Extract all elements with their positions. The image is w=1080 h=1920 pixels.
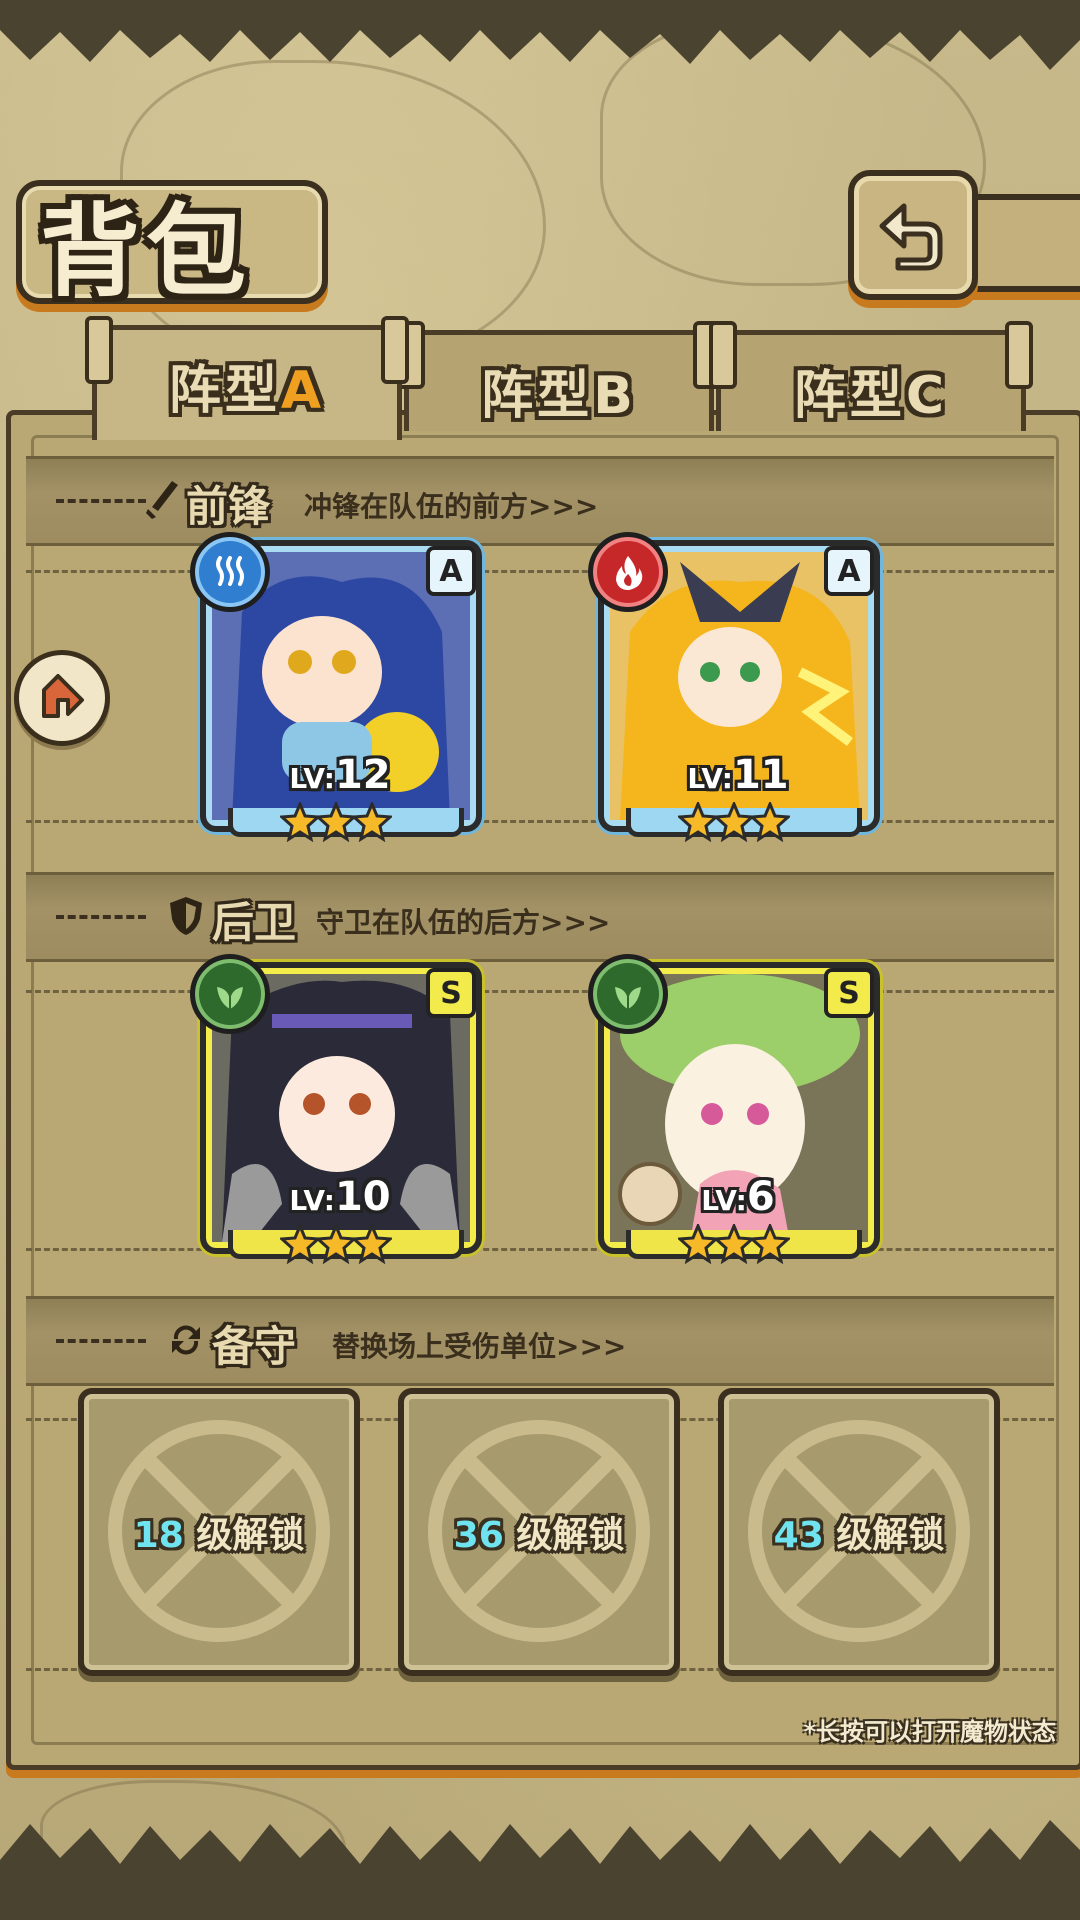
- tab-label: 阵型C: [793, 366, 949, 426]
- section-title: 后卫: [212, 898, 297, 947]
- section-subtitle: 冲锋在队伍的前方>>>: [304, 490, 599, 523]
- section-subtitle: 替换场上受伤单位>>>: [332, 1330, 627, 1363]
- back-button-bar: [960, 194, 1080, 292]
- star-icon: [280, 802, 320, 842]
- sword-icon: [146, 481, 178, 519]
- unlock-requirement: 43 级解锁: [773, 1515, 945, 1556]
- jagged-bottom-border: [0, 1820, 1080, 1920]
- unlock-requirement: 36 级解锁: [453, 1515, 625, 1556]
- tab-label: 阵型A: [168, 361, 326, 421]
- section-title: 备守: [212, 1322, 297, 1371]
- page-title: 背包: [40, 193, 252, 310]
- jagged-top-border: [0, 0, 1080, 70]
- star-icon: [352, 802, 392, 842]
- unit-level: LV:11: [687, 752, 789, 798]
- leaf-element-badge: [190, 954, 270, 1034]
- tab-label: 阵型B: [481, 366, 637, 426]
- switch-arrow-button[interactable]: [14, 650, 110, 746]
- star-rating: [280, 1224, 392, 1264]
- star-icon: [280, 1224, 320, 1264]
- section-subtitle: 守卫在队伍的后方>>>: [316, 906, 611, 939]
- leaf-icon: [615, 987, 641, 1009]
- water-element-badge: [190, 532, 270, 612]
- unit-level: LV:12: [289, 752, 391, 798]
- star-icon: [750, 802, 790, 842]
- unit-card[interactable]: A LV:12: [190, 532, 482, 842]
- divider: [56, 499, 146, 503]
- star-icon: [750, 1224, 790, 1264]
- unlock-requirement: 18 级解锁: [133, 1515, 305, 1556]
- unit-card[interactable]: S LV:6: [588, 954, 880, 1264]
- star-icon: [316, 802, 356, 842]
- section-header-back: 后卫 守卫在队伍的后方>>>: [26, 872, 1054, 962]
- reserve-slot-locked[interactable]: 18 级解锁: [78, 1388, 360, 1676]
- star-icon: [678, 1224, 718, 1264]
- divider: [26, 990, 1054, 993]
- divider: [26, 820, 1054, 823]
- divider: [56, 1339, 146, 1343]
- fire-element-badge: [588, 532, 668, 612]
- rank-badge: A: [824, 546, 874, 596]
- shield-icon: [170, 897, 202, 935]
- divider: [56, 915, 146, 919]
- star-icon: [714, 802, 754, 842]
- unit-level: LV:10: [289, 1174, 391, 1220]
- rank-badge: S: [824, 968, 874, 1018]
- tab-formation-c[interactable]: 阵型C: [709, 321, 1033, 431]
- tab-formation-a[interactable]: 阵型A: [85, 316, 409, 440]
- star-icon: [352, 1224, 392, 1264]
- star-rating: [678, 1224, 790, 1264]
- unit-level: LV:6: [701, 1174, 775, 1220]
- unit-card[interactable]: S LV:10: [190, 954, 482, 1264]
- star-icon: [714, 1224, 754, 1264]
- reserve-slot-locked[interactable]: 36 级解锁: [398, 1388, 680, 1676]
- section-header-front: 前锋 冲锋在队伍的前方>>>: [26, 456, 1054, 546]
- return-arrow-icon: [879, 203, 943, 271]
- fire-icon: [616, 556, 643, 590]
- reserve-slot-locked[interactable]: 43 级解锁: [718, 1388, 1000, 1676]
- star-icon: [678, 802, 718, 842]
- divider: [26, 1248, 1054, 1251]
- star-rating: [678, 802, 790, 842]
- arrow-right-icon: [42, 674, 84, 718]
- divider: [26, 570, 1054, 573]
- game-screen: 背包 阵型A 阵型B 阵型C 前锋 冲锋在队伍的前方>>> 后卫 守卫在队伍的后…: [0, 0, 1080, 1920]
- back-button[interactable]: [848, 170, 978, 300]
- rank-badge: S: [426, 968, 476, 1018]
- long-press-hint: *长按可以打开魔物状态: [803, 1718, 1056, 1746]
- star-rating: [280, 802, 392, 842]
- section-title: 前锋: [186, 482, 271, 531]
- leaf-element-badge: [588, 954, 668, 1034]
- leaf-icon: [217, 987, 243, 1009]
- section-header-reserve: 备守 替换场上受伤单位>>>: [26, 1296, 1054, 1386]
- unit-card[interactable]: A LV:11: [588, 532, 880, 842]
- refresh-icon: [172, 1325, 200, 1355]
- tab-formation-b[interactable]: 阵型B: [397, 321, 721, 431]
- star-icon: [316, 1224, 356, 1264]
- rank-badge: A: [426, 546, 476, 596]
- water-icon: [216, 556, 244, 586]
